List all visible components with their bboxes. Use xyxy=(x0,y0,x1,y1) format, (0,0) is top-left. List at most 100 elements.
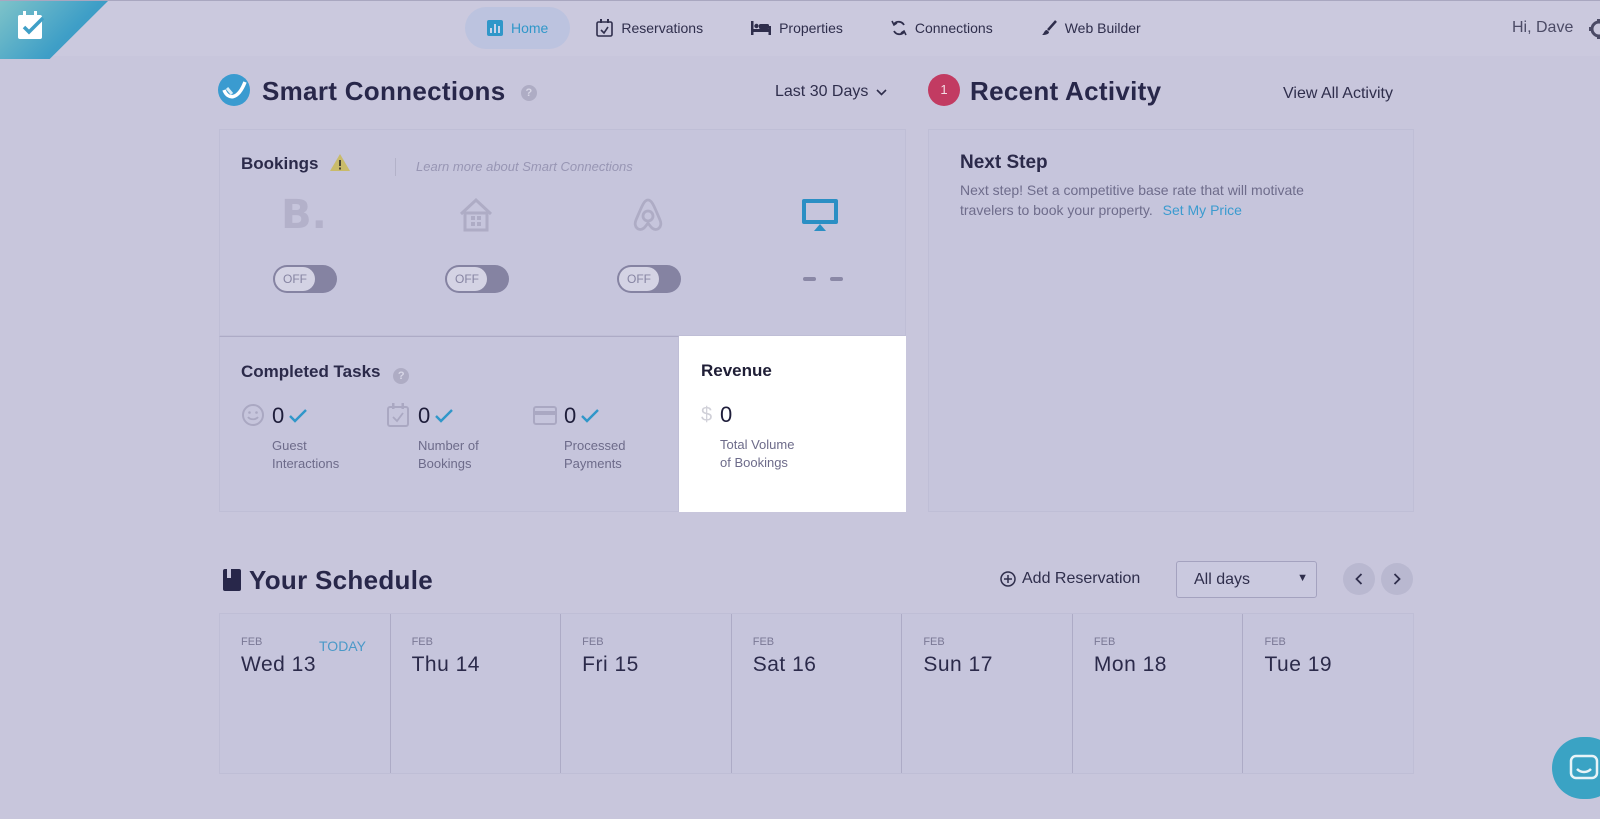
calendar-check-logo-icon xyxy=(18,11,45,39)
next-step-message: Next step! Set a competitive base rate t… xyxy=(960,182,1304,218)
day-column[interactable]: FEB Mon 18 xyxy=(1073,614,1244,773)
chevron-left-icon xyxy=(1355,573,1363,585)
day-column[interactable]: FEB Sun 17 xyxy=(902,614,1073,773)
top-navigation-bar: Home Reservations Properties Connections… xyxy=(0,0,1600,59)
nav-properties[interactable]: Properties xyxy=(729,7,865,49)
nav-reservations[interactable]: Reservations xyxy=(574,7,725,49)
channel-homeaway xyxy=(436,190,516,240)
date-range-select[interactable]: Last 30 Days xyxy=(775,83,887,101)
warning-icon[interactable] xyxy=(329,153,351,172)
view-all-activity-link[interactable]: View All Activity xyxy=(1283,85,1393,103)
next-step-card: Next Step Next step! Set a competitive b… xyxy=(928,129,1414,512)
calendar-check-icon xyxy=(596,19,614,37)
day-name: Tue 19 xyxy=(1264,653,1333,676)
toggle-off-label: OFF xyxy=(275,267,315,291)
gear-icon[interactable] xyxy=(1589,19,1600,39)
day-month: FEB xyxy=(923,636,945,648)
website-status-dashes xyxy=(803,277,843,281)
bed-icon xyxy=(751,21,772,35)
revenue-title: Revenue xyxy=(701,361,772,380)
smart-connections-title: Smart Connections ? xyxy=(262,76,537,107)
booking-com-toggle[interactable]: OFF xyxy=(273,265,337,293)
help-icon[interactable]: ? xyxy=(521,85,537,102)
day-name: Sun 17 xyxy=(923,653,993,676)
house-icon xyxy=(436,190,516,240)
days-filter-select[interactable]: All days ▼ xyxy=(1176,561,1317,598)
add-reservation-button[interactable]: Add Reservation xyxy=(1000,570,1140,588)
add-reservation-label: Add Reservation xyxy=(1022,570,1141,587)
nav-web-builder-label: Web Builder xyxy=(1064,20,1141,36)
day-name: Thu 14 xyxy=(411,653,480,676)
day-name: Wed 13 xyxy=(241,653,316,676)
book-icon xyxy=(223,569,241,591)
revenue-card: Revenue $ 0 Total Volume of Bookings xyxy=(679,336,906,512)
app-logo[interactable] xyxy=(0,1,108,59)
day-name: Mon 18 xyxy=(1093,653,1167,676)
channel-booking-com: B. xyxy=(264,190,344,240)
label-line: Total Volume xyxy=(720,437,795,452)
caret-down-icon: ▼ xyxy=(1297,572,1308,584)
chat-icon xyxy=(1569,754,1599,780)
revenue-value: 0 xyxy=(720,402,733,427)
date-range-label: Last 30 Days xyxy=(775,83,869,100)
day-column[interactable]: FEB Tue 19 xyxy=(1243,614,1413,773)
dollar-icon: $ xyxy=(701,404,713,426)
nav-home[interactable]: Home xyxy=(465,7,571,49)
channel-website xyxy=(780,190,860,240)
nav-home-label: Home xyxy=(511,20,549,36)
nav-properties-label: Properties xyxy=(779,20,843,36)
airbnb-icon xyxy=(608,190,688,240)
chat-launcher-button[interactable] xyxy=(1552,737,1600,799)
day-name: Fri 15 xyxy=(582,653,639,676)
label-line: Processed xyxy=(564,438,626,453)
revenue-label: Total Volume of Bookings xyxy=(720,436,794,472)
bookings-card: Bookings Learn more about Smart Connecti… xyxy=(219,129,906,336)
completed-tasks-card: Completed Tasks ? 0 Guest Interactions 0 xyxy=(219,336,679,512)
guest-interactions-value: 0 xyxy=(272,403,285,428)
day-month: FEB xyxy=(582,636,604,648)
day-month: FEB xyxy=(241,636,263,648)
next-step-title: Next Step xyxy=(960,152,1048,173)
processed-payments-count: 0 xyxy=(564,403,600,429)
label-line: Interactions xyxy=(272,456,340,471)
help-icon[interactable]: ? xyxy=(393,368,410,384)
set-my-price-link[interactable]: Set My Price xyxy=(1163,202,1242,218)
learn-more-link[interactable]: Learn more about Smart Connections xyxy=(395,158,633,176)
recent-activity-title: Recent Activity xyxy=(970,76,1162,106)
nav-reservations-label: Reservations xyxy=(621,20,704,36)
user-greeting[interactable]: Hi, Dave xyxy=(1512,19,1573,37)
airbnb-toggle[interactable]: OFF xyxy=(617,265,681,293)
label-line: Payments xyxy=(564,456,622,471)
schedule-days-row: FEB TODAY Wed 13 FEB Thu 14 FEB Fri 15 F… xyxy=(219,613,1414,774)
checkmark-icon xyxy=(581,409,600,423)
today-label: TODAY xyxy=(319,638,366,654)
next-step-text: Next step! Set a competitive base rate t… xyxy=(960,180,1310,220)
toggle-off-label: OFF xyxy=(619,267,659,291)
smiley-icon xyxy=(242,404,264,426)
smart-connections-logo-icon xyxy=(218,74,250,106)
bookings-heading: Bookings xyxy=(241,153,351,174)
chevron-down-icon xyxy=(876,88,887,96)
label-line: Guest xyxy=(272,438,307,453)
bar-chart-icon xyxy=(487,20,503,36)
day-column[interactable]: FEB Sat 16 xyxy=(732,614,903,773)
nav-connections[interactable]: Connections xyxy=(869,7,1015,49)
plus-circle-icon xyxy=(1000,571,1016,587)
processed-payments-label: Processed Payments xyxy=(564,437,664,473)
guest-interactions-label: Guest Interactions xyxy=(272,437,372,473)
day-column[interactable]: FEB TODAY Wed 13 xyxy=(220,614,391,773)
nav-web-builder[interactable]: Web Builder xyxy=(1019,7,1163,49)
next-week-button[interactable] xyxy=(1381,563,1413,595)
toggle-off-label: OFF xyxy=(447,267,487,291)
checkmark-icon xyxy=(435,409,454,423)
day-month: FEB xyxy=(752,636,775,648)
day-column[interactable]: FEB Fri 15 xyxy=(561,614,732,773)
sync-icon xyxy=(891,20,907,36)
completed-tasks-heading: Completed Tasks ? xyxy=(241,362,410,384)
day-column[interactable]: FEB Thu 14 xyxy=(391,614,562,773)
nav-connections-label: Connections xyxy=(914,20,993,36)
homeaway-toggle[interactable]: OFF xyxy=(445,265,509,293)
chevron-right-icon xyxy=(1393,573,1401,585)
main-nav: Home Reservations Properties Connections… xyxy=(465,7,1167,49)
previous-week-button[interactable] xyxy=(1343,563,1375,595)
